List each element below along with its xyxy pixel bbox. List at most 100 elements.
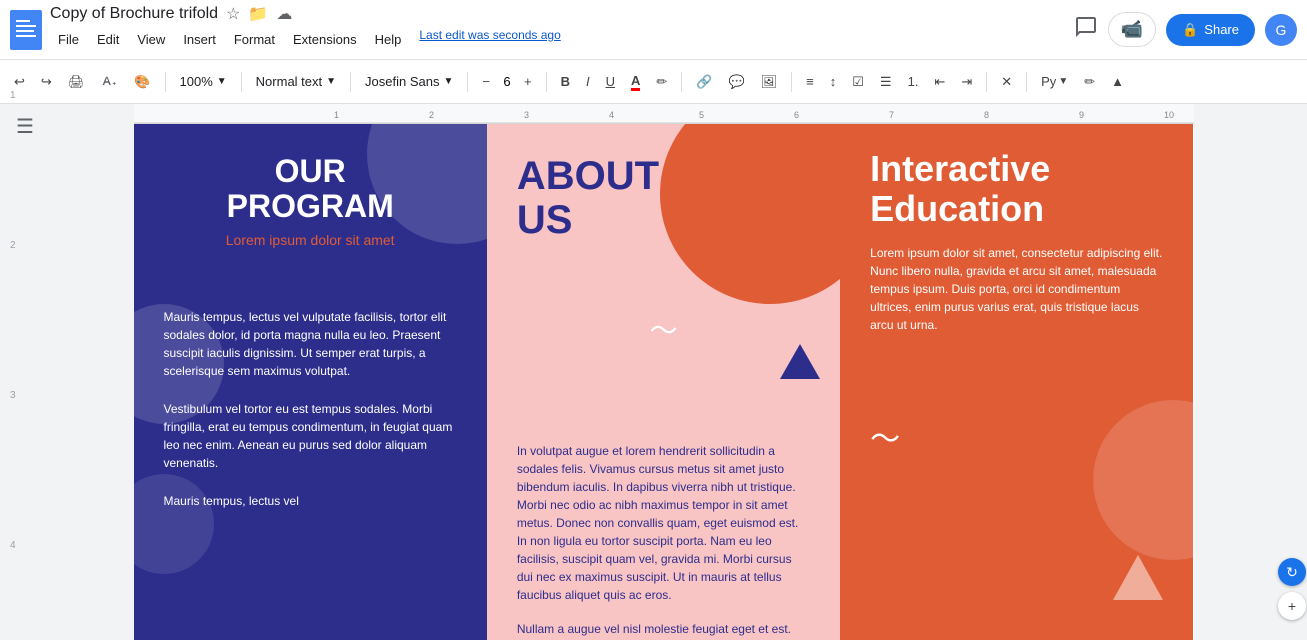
menu-bar: File Edit View Insert Format Extensions … [50,24,561,55]
refresh-button[interactable]: ↻ [1278,558,1306,586]
indent-decrease-button[interactable]: ⇤ [928,70,951,94]
divider3 [350,72,351,92]
paint-format-button[interactable]: 🎨 [128,70,156,94]
chevron-down-icon: ▼ [217,76,227,87]
divider2 [241,72,242,92]
editing-mode-button[interactable]: Py ▼ [1035,70,1074,93]
indent-increase-button[interactable]: ⇥ [955,70,978,94]
doc-page: OUR PROGRAM Lorem ipsum dolor sit amet M… [134,124,1194,640]
chevron-down-icon4: ▼ [1058,76,1068,87]
font-size-area: − 6 + [476,70,537,93]
folder-icon[interactable]: 📁 [248,4,268,24]
brochure: OUR PROGRAM Lorem ipsum dolor sit amet M… [134,124,1194,640]
chevron-down-icon3: ▼ [443,76,453,87]
line-spacing-button[interactable]: ↕ [824,70,843,93]
right-body-text: Lorem ipsum dolor sit amet, consectetur … [870,244,1163,334]
svg-text:3: 3 [524,110,529,120]
svg-text:1: 1 [334,110,339,120]
left-body-text2: Vestibulum vel tortor eu est tempus soda… [164,400,457,472]
redo-button[interactable]: ↪ [35,70,58,94]
center-body-text2: Nullam a augue vel nisl molestie feugiat… [517,620,810,640]
comments-button[interactable] [1074,15,1098,45]
underline-button[interactable]: U [600,70,621,93]
menu-help[interactable]: Help [367,28,410,51]
svg-text:4: 4 [609,110,614,120]
center-body-text1: In volutpat augue et lorem hendrerit sol… [517,442,810,604]
triangle-center [780,344,820,379]
meet-button[interactable]: 📹 [1108,12,1156,47]
lorem-subtitle: Lorem ipsum dolor sit amet [164,232,457,248]
bold-button[interactable]: B [555,70,576,93]
avatar[interactable]: G [1265,14,1297,46]
menu-edit[interactable]: Edit [89,28,127,51]
top-right-buttons: 📹 🔒 Share G [1074,12,1297,47]
chevron-down-icon2: ▼ [326,76,336,87]
style-select[interactable]: Normal text ▼ [250,70,342,93]
interactive-education-title: Interactive Education [870,149,1163,228]
center-panel-content: ABOUT US 〜 In volutpat augue et lorem he… [487,124,840,640]
doc-title-area: Copy of Brochure trifold ☆ 📁 ☁ File Edit… [50,4,561,55]
cloud-icon[interactable]: ☁ [276,4,292,24]
left-sidebar: ☰ 1 2 3 4 [0,104,50,640]
divider1 [165,72,166,92]
text-color-icon: A [631,73,640,91]
image-button[interactable]: 🖼 [755,70,784,94]
svg-text:8: 8 [984,110,989,120]
page-numbers: 1 2 3 4 [10,104,16,640]
text-color-button[interactable]: A [625,69,646,95]
comment-inline-button[interactable]: 💬 [722,70,750,94]
svg-text:5: 5 [699,110,704,120]
scroll-down-button[interactable]: + [1278,592,1306,620]
checklist-button[interactable]: ☑ [846,70,870,94]
menu-file[interactable]: File [50,28,87,51]
divider6 [681,72,682,92]
top-bar: Copy of Brochure trifold ☆ 📁 ☁ File Edit… [0,0,1307,60]
left-panel-content: OUR PROGRAM Lorem ipsum dolor sit amet M… [134,124,487,640]
menu-insert[interactable]: Insert [175,28,224,51]
clear-format-button[interactable]: ✕ [995,70,1018,94]
page-area: 1 2 3 4 5 6 7 8 9 10 [50,104,1277,640]
zoom-select[interactable]: 100% ▼ [174,70,233,93]
about-us-title: ABOUT US [517,154,810,242]
collapse-toolbar-button[interactable]: ▲ [1105,70,1130,93]
font-size-decrease[interactable]: − [476,70,496,93]
divider4 [467,72,468,92]
divider7 [791,72,792,92]
font-select[interactable]: Josefin Sans ▼ [359,70,459,93]
triangle-bottom-right [1113,555,1163,600]
svg-text:2: 2 [429,110,434,120]
svg-text:7: 7 [889,110,894,120]
tilde-center: 〜 [649,309,677,349]
circle-left2 [134,474,214,574]
bullet-list-button[interactable]: ☰ [874,70,898,94]
svg-text:10: 10 [1164,110,1174,120]
right-panel-content: Interactive Education Lorem ipsum dolor … [840,124,1193,640]
menu-format[interactable]: Format [226,28,283,51]
right-controls: ↻ + [1277,104,1307,640]
menu-view[interactable]: View [129,28,173,51]
outline-icon[interactable]: ☰ [16,114,34,139]
svg-text:6: 6 [794,110,799,120]
divider5 [546,72,547,92]
italic-button[interactable]: I [580,70,596,93]
circle-top-left [367,124,487,244]
divider8 [986,72,987,92]
suggestions-button[interactable]: ✏ [1078,70,1101,94]
doc-title[interactable]: Copy of Brochure trifold [50,5,218,23]
last-edit: Last edit was seconds ago [419,28,560,51]
spell-check-button[interactable] [94,69,124,95]
align-button[interactable]: ≡ [800,70,820,93]
share-button[interactable]: 🔒 Share [1166,14,1255,46]
svg-text:9: 9 [1079,110,1084,120]
numbered-list-button[interactable]: 1. [902,70,925,93]
divider9 [1026,72,1027,92]
editor-container: ☰ 1 2 3 4 1 2 3 4 5 6 7 8 9 10 [0,104,1307,640]
highlight-button[interactable]: ✏ [650,70,673,94]
star-icon[interactable]: ☆ [226,4,240,24]
link-button[interactable]: 🔗 [690,70,718,94]
font-size-increase[interactable]: + [518,70,538,93]
toolbar: ↩ ↪ 🖨 🎨 100% ▼ Normal text ▼ Josefin San… [0,60,1307,104]
ruler: 1 2 3 4 5 6 7 8 9 10 [134,104,1194,124]
menu-extensions[interactable]: Extensions [285,28,365,51]
print-button[interactable]: 🖨 [62,70,91,94]
